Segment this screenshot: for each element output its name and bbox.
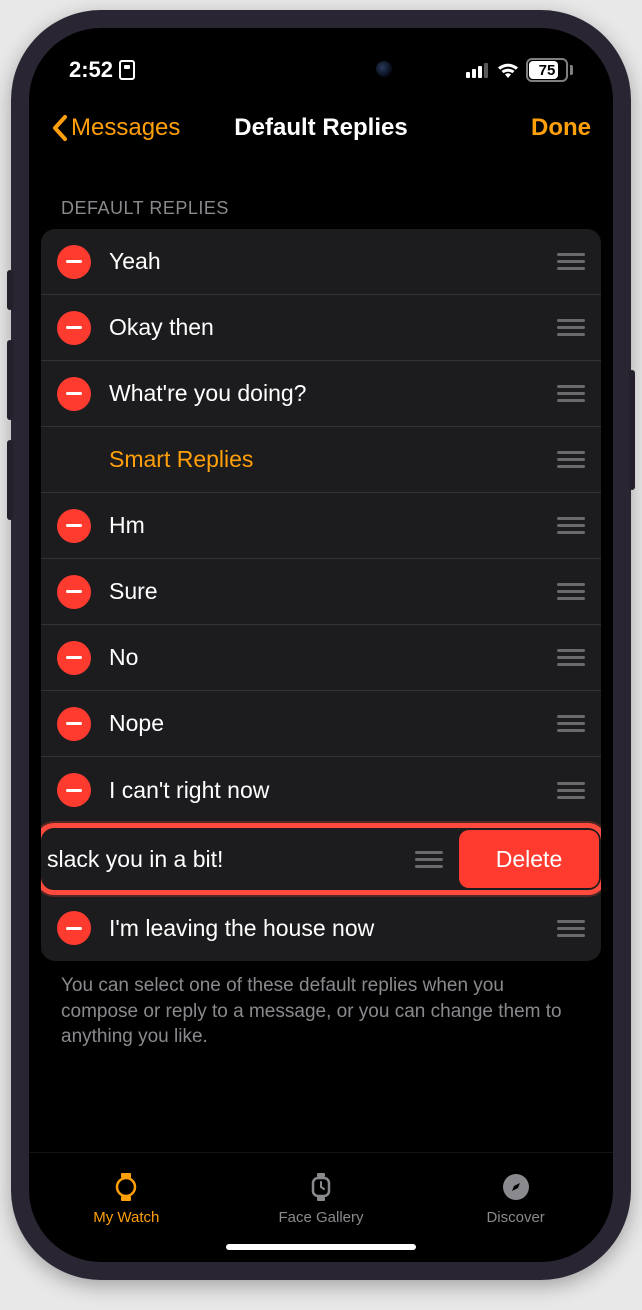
reply-row[interactable]: Nope — [41, 691, 601, 757]
drag-handle-icon[interactable] — [553, 715, 585, 732]
home-indicator[interactable] — [226, 1244, 416, 1250]
reply-text: Yeah — [109, 248, 543, 275]
drag-handle-icon[interactable] — [553, 319, 585, 336]
battery-percentage: 75 — [539, 62, 556, 79]
remove-icon[interactable] — [57, 707, 91, 741]
drag-handle-icon[interactable] — [411, 851, 443, 868]
tab-my-watch[interactable]: My Watch — [46, 1171, 206, 1226]
tab-label: Discover — [486, 1209, 544, 1226]
page-title: Default Replies — [234, 114, 407, 142]
reply-text: slack you in a bit! — [47, 846, 317, 873]
reply-text: Hm — [109, 512, 543, 539]
reply-row[interactable]: Okay then — [41, 295, 601, 361]
tab-label: My Watch — [93, 1209, 159, 1226]
reply-row[interactable]: Sure — [41, 559, 601, 625]
tab-label: Face Gallery — [278, 1209, 363, 1226]
reply-text: I can't right now — [109, 777, 543, 804]
cellular-signal-icon — [466, 62, 490, 78]
section-header: DEFAULT REPLIES — [41, 198, 601, 229]
smart-replies-label: Smart Replies — [109, 446, 543, 473]
content-area: DEFAULT REPLIES Yeah Okay then What're y… — [29, 158, 613, 1152]
delete-button[interactable]: Delete — [459, 830, 599, 888]
tab-face-gallery[interactable]: Face Gallery — [241, 1171, 401, 1226]
reply-row[interactable]: Hm — [41, 493, 601, 559]
reply-text: Nope — [109, 710, 543, 737]
reply-row[interactable]: No — [41, 625, 601, 691]
swiped-reply-row[interactable]: slack you in a bit! Delete — [41, 828, 601, 890]
dynamic-island — [236, 48, 406, 90]
wifi-icon — [496, 61, 520, 79]
reply-text: Okay then — [109, 314, 543, 341]
phone-frame: 2:52 75 — [11, 10, 631, 1280]
remove-icon[interactable] — [57, 575, 91, 609]
remove-icon[interactable] — [57, 641, 91, 675]
drag-handle-icon[interactable] — [553, 920, 585, 937]
drag-handle-icon[interactable] — [553, 782, 585, 799]
compass-icon — [500, 1171, 532, 1203]
reply-text: What're you doing? — [109, 380, 543, 407]
remove-icon[interactable] — [57, 911, 91, 945]
drag-handle-icon[interactable] — [553, 451, 585, 468]
reply-row[interactable]: I can't right now — [41, 757, 601, 823]
reply-text: I'm leaving the house now — [109, 915, 543, 942]
highlighted-reply-row: slack you in a bit! Delete — [41, 823, 601, 895]
smart-replies-row[interactable]: Smart Replies — [41, 427, 601, 493]
remove-icon[interactable] — [57, 245, 91, 279]
volume-up-button — [7, 340, 13, 420]
reply-text: No — [109, 644, 543, 671]
drag-handle-icon[interactable] — [553, 517, 585, 534]
status-time: 2:52 — [69, 57, 113, 83]
tab-discover[interactable]: Discover — [436, 1171, 596, 1226]
remove-icon[interactable] — [57, 311, 91, 345]
chevron-left-icon — [51, 114, 69, 142]
drag-handle-icon[interactable] — [553, 649, 585, 666]
reply-row[interactable]: Yeah — [41, 229, 601, 295]
front-camera — [376, 61, 392, 77]
drag-handle-icon[interactable] — [553, 583, 585, 600]
drag-handle-icon[interactable] — [553, 253, 585, 270]
replies-list: Yeah Okay then What're you doing? Smart … — [41, 229, 601, 961]
side-button — [7, 270, 13, 310]
remove-icon[interactable] — [57, 773, 91, 807]
drag-handle-icon[interactable] — [553, 385, 585, 402]
battery-indicator: 75 — [526, 58, 573, 82]
navigation-bar: Messages Default Replies Done — [29, 98, 613, 158]
done-button[interactable]: Done — [531, 114, 591, 142]
screen: 2:52 75 — [29, 28, 613, 1262]
power-button — [629, 370, 635, 490]
remove-icon[interactable] — [57, 377, 91, 411]
watch-face-icon — [305, 1171, 337, 1203]
sim-icon — [119, 60, 135, 80]
back-button[interactable]: Messages — [51, 114, 180, 142]
reply-row[interactable]: What're you doing? — [41, 361, 601, 427]
reply-row[interactable]: I'm leaving the house now — [41, 895, 601, 961]
section-footer: You can select one of these default repl… — [41, 961, 601, 1050]
volume-down-button — [7, 440, 13, 520]
back-label: Messages — [71, 114, 180, 142]
watch-icon — [110, 1171, 142, 1203]
remove-icon[interactable] — [57, 509, 91, 543]
reply-text: Sure — [109, 578, 543, 605]
